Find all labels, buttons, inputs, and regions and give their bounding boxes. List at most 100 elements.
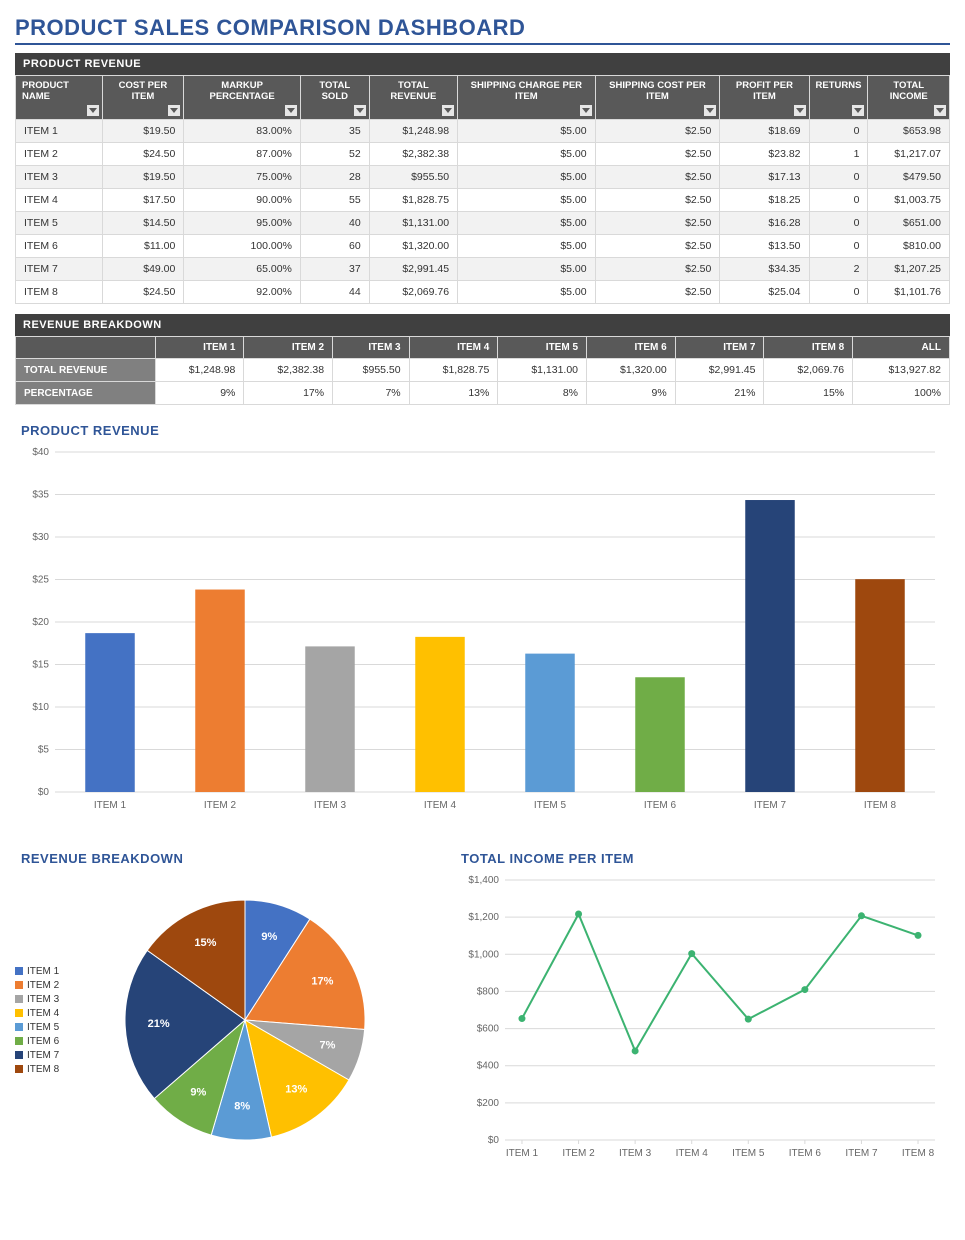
filter-dropdown-icon[interactable] (852, 105, 864, 116)
filter-dropdown-icon[interactable] (168, 105, 180, 116)
table-row[interactable]: ITEM 2$24.5087.00%52$2,382.38$5.00$2.50$… (16, 143, 950, 166)
cell[interactable]: ITEM 5 (16, 212, 103, 235)
cell[interactable]: $49.00 (102, 258, 184, 281)
table-row[interactable]: ITEM 5$14.5095.00%40$1,131.00$5.00$2.50$… (16, 212, 950, 235)
cell[interactable]: ITEM 4 (16, 189, 103, 212)
cell[interactable]: $5.00 (458, 281, 596, 304)
cell[interactable]: $24.50 (102, 281, 184, 304)
cell[interactable]: $2.50 (595, 281, 720, 304)
cell[interactable]: 90.00% (184, 189, 301, 212)
table-row[interactable]: ITEM 3$19.5075.00%28$955.50$5.00$2.50$17… (16, 166, 950, 189)
column-header[interactable]: SHIPPING COST PER ITEM (595, 76, 720, 120)
column-header[interactable]: COST PER ITEM (102, 76, 184, 120)
cell[interactable]: $2.50 (595, 143, 720, 166)
cell[interactable]: 87.00% (184, 143, 301, 166)
cell[interactable]: ITEM 8 (16, 281, 103, 304)
cell[interactable]: 55 (300, 189, 369, 212)
column-header[interactable]: TOTAL SOLD (300, 76, 369, 120)
filter-dropdown-icon[interactable] (354, 105, 366, 116)
cell[interactable]: $5.00 (458, 120, 596, 143)
filter-dropdown-icon[interactable] (87, 105, 99, 116)
cell[interactable]: $23.82 (720, 143, 809, 166)
cell[interactable]: $13.50 (720, 235, 809, 258)
cell[interactable]: $2.50 (595, 120, 720, 143)
cell[interactable]: 35 (300, 120, 369, 143)
cell[interactable]: $5.00 (458, 258, 596, 281)
column-header[interactable]: PROFIT PER ITEM (720, 76, 809, 120)
cell[interactable]: 95.00% (184, 212, 301, 235)
cell[interactable]: 0 (809, 212, 868, 235)
cell[interactable]: 40 (300, 212, 369, 235)
cell[interactable]: $2,069.76 (369, 281, 457, 304)
cell[interactable]: $34.35 (720, 258, 809, 281)
cell[interactable]: $5.00 (458, 235, 596, 258)
cell[interactable]: $2,382.38 (369, 143, 457, 166)
cell[interactable]: $810.00 (868, 235, 950, 258)
cell[interactable]: $1,217.07 (868, 143, 950, 166)
table-row[interactable]: ITEM 1$19.5083.00%35$1,248.98$5.00$2.50$… (16, 120, 950, 143)
cell[interactable]: $2,991.45 (369, 258, 457, 281)
cell[interactable]: 0 (809, 120, 868, 143)
cell[interactable]: ITEM 2 (16, 143, 103, 166)
cell[interactable]: ITEM 1 (16, 120, 103, 143)
cell[interactable]: 65.00% (184, 258, 301, 281)
cell[interactable]: 1 (809, 143, 868, 166)
cell[interactable]: $651.00 (868, 212, 950, 235)
cell[interactable]: $2.50 (595, 189, 720, 212)
cell[interactable]: $5.00 (458, 189, 596, 212)
cell[interactable]: $2.50 (595, 258, 720, 281)
cell[interactable]: $14.50 (102, 212, 184, 235)
cell[interactable]: $2.50 (595, 235, 720, 258)
cell[interactable]: $24.50 (102, 143, 184, 166)
filter-dropdown-icon[interactable] (704, 105, 716, 116)
column-header[interactable]: MARKUP PERCENTAGE (184, 76, 301, 120)
cell[interactable]: $2.50 (595, 166, 720, 189)
cell[interactable]: $11.00 (102, 235, 184, 258)
cell[interactable]: $17.50 (102, 189, 184, 212)
cell[interactable]: $479.50 (868, 166, 950, 189)
cell[interactable]: 75.00% (184, 166, 301, 189)
cell[interactable]: $25.04 (720, 281, 809, 304)
cell[interactable]: 100.00% (184, 235, 301, 258)
filter-dropdown-icon[interactable] (285, 105, 297, 116)
cell[interactable]: 92.00% (184, 281, 301, 304)
cell[interactable]: ITEM 6 (16, 235, 103, 258)
filter-dropdown-icon[interactable] (794, 105, 806, 116)
column-header[interactable]: SHIPPING CHARGE PER ITEM (458, 76, 596, 120)
cell[interactable]: $16.28 (720, 212, 809, 235)
cell[interactable]: $5.00 (458, 143, 596, 166)
column-header[interactable]: TOTAL REVENUE (369, 76, 457, 120)
filter-dropdown-icon[interactable] (442, 105, 454, 116)
column-header[interactable]: RETURNS (809, 76, 868, 120)
column-header[interactable]: PRODUCT NAME (16, 76, 103, 120)
cell[interactable]: 44 (300, 281, 369, 304)
filter-dropdown-icon[interactable] (580, 105, 592, 116)
cell[interactable]: $19.50 (102, 166, 184, 189)
cell[interactable]: 2 (809, 258, 868, 281)
cell[interactable]: $19.50 (102, 120, 184, 143)
cell[interactable]: 28 (300, 166, 369, 189)
cell[interactable]: $2.50 (595, 212, 720, 235)
cell[interactable]: $18.25 (720, 189, 809, 212)
cell[interactable]: $1,003.75 (868, 189, 950, 212)
cell[interactable]: ITEM 3 (16, 166, 103, 189)
cell[interactable]: 0 (809, 189, 868, 212)
cell[interactable]: $5.00 (458, 212, 596, 235)
cell[interactable]: 0 (809, 235, 868, 258)
cell[interactable]: $5.00 (458, 166, 596, 189)
cell[interactable]: $17.13 (720, 166, 809, 189)
cell[interactable]: $1,101.76 (868, 281, 950, 304)
column-header[interactable]: TOTAL INCOME (868, 76, 950, 120)
cell[interactable]: $1,207.25 (868, 258, 950, 281)
cell[interactable]: $653.98 (868, 120, 950, 143)
cell[interactable]: $1,131.00 (369, 212, 457, 235)
cell[interactable]: $1,320.00 (369, 235, 457, 258)
cell[interactable]: $1,248.98 (369, 120, 457, 143)
cell[interactable]: $955.50 (369, 166, 457, 189)
cell[interactable]: 83.00% (184, 120, 301, 143)
table-row[interactable]: ITEM 7$49.0065.00%37$2,991.45$5.00$2.50$… (16, 258, 950, 281)
cell[interactable]: 0 (809, 166, 868, 189)
cell[interactable]: $18.69 (720, 120, 809, 143)
table-row[interactable]: ITEM 6$11.00100.00%60$1,320.00$5.00$2.50… (16, 235, 950, 258)
cell[interactable]: 60 (300, 235, 369, 258)
